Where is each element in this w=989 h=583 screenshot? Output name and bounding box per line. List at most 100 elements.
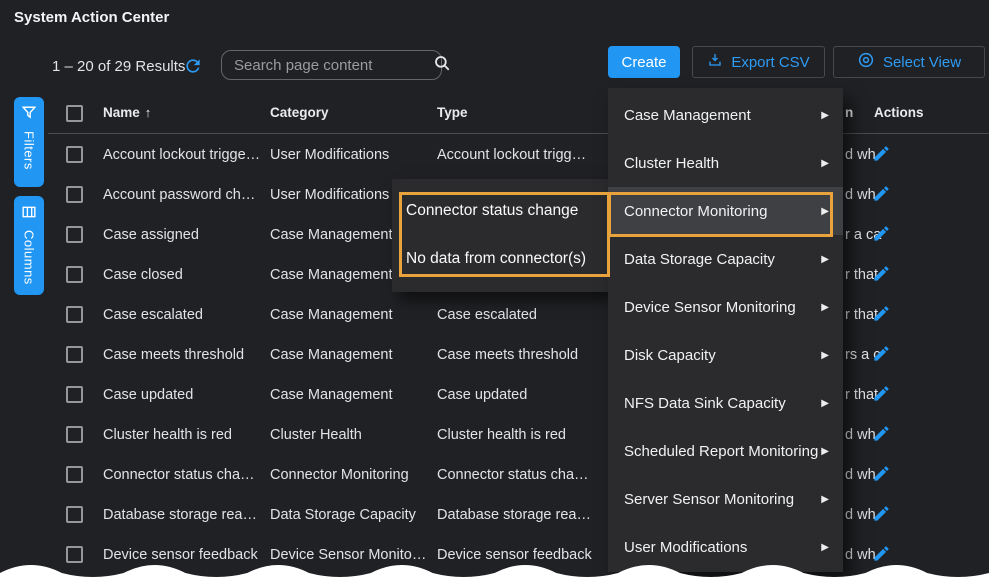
edit-pencil-icon[interactable] (872, 384, 891, 403)
cell-category: User Modifications (270, 147, 389, 163)
system-action-center-window: System Action Center 1 – 20 of 29 Result… (0, 0, 989, 583)
cell-name: Connector status cha… (103, 467, 255, 483)
menu-item-server-sensor-monitoring[interactable]: Server Sensor Monitoring ▶ (608, 475, 843, 523)
export-csv-button[interactable]: Export CSV (692, 46, 825, 78)
caret-right-icon: ▶ (821, 302, 829, 313)
caret-right-icon: ▶ (821, 542, 829, 553)
caret-right-icon: ▶ (821, 494, 829, 505)
header-name[interactable]: Name↑ (103, 105, 151, 120)
cell-name: Case escalated (103, 307, 203, 323)
row-checkbox[interactable] (66, 226, 83, 243)
menu-item-connector-monitoring[interactable]: Connector Monitoring ▶ (608, 187, 843, 235)
menu-item-device-sensor-monitoring[interactable]: Device Sensor Monitoring ▶ (608, 283, 843, 331)
columns-tab-label: Columns (22, 230, 37, 285)
edit-pencil-icon[interactable] (872, 144, 891, 163)
cell-name: Case assigned (103, 227, 199, 243)
cell-category: Data Storage Capacity (270, 507, 416, 523)
refresh-icon (183, 56, 203, 81)
edit-pencil-icon[interactable] (872, 464, 891, 483)
row-checkbox[interactable] (66, 466, 83, 483)
cell-name: Device sensor feedback (103, 547, 258, 563)
caret-right-icon: ▶ (821, 350, 829, 361)
cell-category: Case Management (270, 267, 393, 283)
search-icon (433, 54, 451, 77)
cell-category: Cluster Health (270, 427, 362, 443)
header-divider (48, 133, 989, 134)
filters-tab[interactable]: Filters (14, 97, 44, 187)
download-icon (707, 52, 723, 72)
cell-type: Cluster health is red (437, 427, 566, 443)
cell-type: Case meets threshold (437, 347, 578, 363)
eye-icon (857, 51, 875, 73)
caret-right-icon: ▶ (821, 110, 829, 121)
cell-name: Case updated (103, 387, 193, 403)
row-checkbox[interactable] (66, 386, 83, 403)
edit-pencil-icon[interactable] (872, 544, 891, 563)
cell-name: Account password ch… (103, 187, 255, 203)
search-input[interactable] (234, 57, 433, 74)
caret-right-icon: ▶ (821, 158, 829, 169)
sort-ascending-icon: ↑ (145, 105, 152, 120)
cell-name: Database storage rea… (103, 507, 257, 523)
menu-item-disk-capacity[interactable]: Disk Capacity ▶ (608, 331, 843, 379)
edit-pencil-icon[interactable] (872, 424, 891, 443)
cell-category: Case Management (270, 307, 393, 323)
results-count: 1 – 20 of 29 Results (52, 58, 185, 75)
caret-right-icon: ▶ (821, 398, 829, 409)
cell-category: Connector Monitoring (270, 467, 409, 483)
create-button-label: Create (621, 54, 666, 71)
edit-pencil-icon[interactable] (872, 224, 891, 243)
export-csv-label: Export CSV (731, 54, 809, 71)
connector-monitoring-submenu: Connector status change No data from con… (392, 179, 610, 292)
cell-type: Device sensor feedback (437, 547, 592, 563)
cell-name: Case closed (103, 267, 183, 283)
cell-category: Case Management (270, 347, 393, 363)
submenu-item-no-data-from-connectors[interactable]: No data from connector(s) (392, 235, 610, 283)
header-description-partial: n (845, 105, 853, 120)
submenu-item-connector-status-change[interactable]: Connector status change (392, 187, 610, 235)
edit-pencil-icon[interactable] (872, 504, 891, 523)
edit-pencil-icon[interactable] (872, 184, 891, 203)
menu-item-scheduled-report-monitoring[interactable]: Scheduled Report Monitoring ▶ (608, 427, 843, 475)
edit-pencil-icon[interactable] (872, 304, 891, 323)
cell-category: Device Sensor Monito… (270, 547, 426, 563)
select-view-button[interactable]: Select View (833, 46, 985, 78)
caret-right-icon: ▶ (821, 446, 829, 457)
row-checkbox[interactable] (66, 266, 83, 283)
header-actions: Actions (874, 105, 924, 120)
cell-name: Cluster health is red (103, 427, 232, 443)
row-checkbox[interactable] (66, 146, 83, 163)
create-button[interactable]: Create (608, 46, 680, 78)
cell-category: Case Management (270, 227, 393, 243)
cell-type: Case updated (437, 387, 527, 403)
row-checkbox[interactable] (66, 346, 83, 363)
refresh-button[interactable] (183, 56, 203, 76)
menu-item-data-storage-capacity[interactable]: Data Storage Capacity ▶ (608, 235, 843, 283)
cell-category: User Modifications (270, 187, 389, 203)
cell-type: Case escalated (437, 307, 537, 323)
header-type[interactable]: Type (437, 105, 468, 120)
edit-pencil-icon[interactable] (872, 264, 891, 283)
menu-item-nfs-data-sink-capacity[interactable]: NFS Data Sink Capacity ▶ (608, 379, 843, 427)
columns-tab[interactable]: Columns (14, 196, 44, 295)
cell-name: Case meets threshold (103, 347, 244, 363)
row-checkbox[interactable] (66, 546, 83, 563)
cell-name: Account lockout trigge… (103, 147, 260, 163)
row-checkbox[interactable] (66, 186, 83, 203)
header-category[interactable]: Category (270, 105, 329, 120)
row-checkbox[interactable] (66, 306, 83, 323)
menu-item-user-modifications[interactable]: User Modifications ▶ (608, 523, 843, 571)
search-box (221, 50, 442, 80)
cell-type: Connector status cha… (437, 467, 589, 483)
menu-item-case-management[interactable]: Case Management ▶ (608, 91, 843, 139)
row-checkbox[interactable] (66, 506, 83, 523)
page-title: System Action Center (14, 9, 169, 26)
select-view-label: Select View (883, 54, 961, 71)
filters-tab-label: Filters (22, 131, 37, 170)
edit-pencil-icon[interactable] (872, 344, 891, 363)
row-checkbox[interactable] (66, 426, 83, 443)
caret-right-icon: ▶ (821, 206, 829, 217)
cell-type: Database storage rea… (437, 507, 591, 523)
menu-item-cluster-health[interactable]: Cluster Health ▶ (608, 139, 843, 187)
select-all-checkbox[interactable] (66, 105, 83, 122)
